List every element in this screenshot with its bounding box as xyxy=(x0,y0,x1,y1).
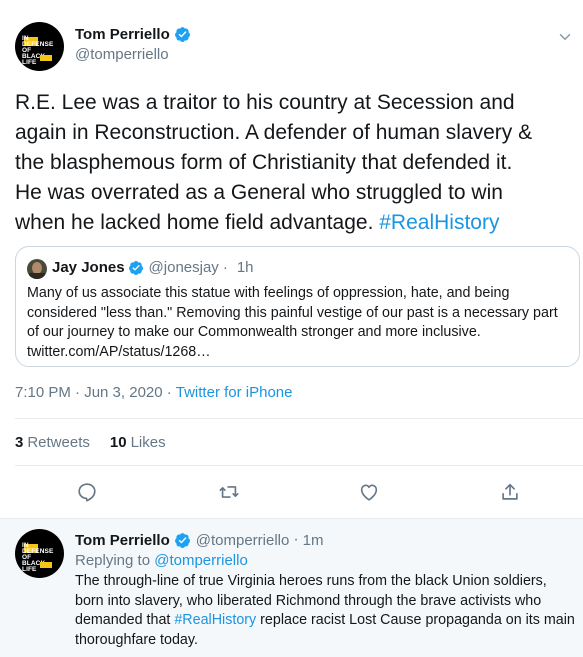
author-handle-row: @tomperriello xyxy=(75,46,169,64)
action-bar xyxy=(0,478,583,506)
engagement-stats: 3 Retweets 10 Likes xyxy=(15,434,166,451)
chevron-down-icon[interactable] xyxy=(556,28,574,46)
like-icon[interactable] xyxy=(358,481,380,503)
quoted-tweet-text: Many of us associate this statue with fe… xyxy=(27,285,558,360)
reply-author-avatar[interactable]: IN DEFENSE OF BLACK LIFE xyxy=(15,529,64,578)
main-tweet: IN DEFENSE OF BLACK LIFE Tom Perriello @t… xyxy=(0,0,583,518)
likes-label: Likes xyxy=(130,434,166,451)
replying-to-line: Replying to @tomperriello xyxy=(75,552,248,569)
reply-time[interactable]: 1m xyxy=(303,532,324,549)
separator-dot: · xyxy=(222,259,228,276)
likes-count: 10 xyxy=(109,434,127,451)
reply-display-name[interactable]: Tom Perriello xyxy=(75,532,170,549)
quoted-time[interactable]: 1h xyxy=(237,259,254,276)
verified-badge-icon xyxy=(174,532,190,548)
tweet-source-link[interactable]: Twitter for iPhone xyxy=(176,384,293,401)
tweet-meta: 7:10 PM · Jun 3, 2020 · Twitter for iPho… xyxy=(15,384,292,401)
author-handle[interactable]: @tomperriello xyxy=(75,46,169,63)
reply-handle[interactable]: @tomperriello xyxy=(196,532,290,549)
quoted-handle[interactable]: @jonesjay xyxy=(149,259,219,276)
retweets-stat[interactable]: 3 Retweets xyxy=(15,434,90,451)
mention-link[interactable]: @tomperriello xyxy=(154,552,248,569)
share-icon[interactable] xyxy=(499,481,521,503)
author-display-name[interactable]: Tom Perriello xyxy=(75,26,170,43)
hashtag-link[interactable]: #RealHistory xyxy=(174,612,256,628)
divider xyxy=(15,418,583,419)
tweet-timestamp[interactable]: 7:10 PM · Jun 3, 2020 · xyxy=(15,384,172,401)
retweet-icon[interactable] xyxy=(218,481,240,503)
retweets-label: Retweets xyxy=(27,434,90,451)
reply-tweet-text: The through-line of true Virginia heroes… xyxy=(75,572,575,650)
quoted-author-avatar[interactable] xyxy=(27,259,47,279)
retweets-count: 3 xyxy=(15,434,24,451)
verified-badge-icon xyxy=(174,27,190,42)
author-avatar[interactable]: IN DEFENSE OF BLACK LIFE xyxy=(15,22,64,71)
quoted-display-name[interactable]: Jay Jones xyxy=(52,259,125,276)
hashtag-link[interactable]: #RealHistory xyxy=(379,211,499,234)
author-name-row[interactable]: Tom Perriello xyxy=(75,26,191,43)
likes-stat[interactable]: 10 Likes xyxy=(110,434,166,451)
reply-tweet[interactable]: IN DEFENSE OF BLACK LIFE Tom Perriello @t… xyxy=(0,518,583,657)
quoted-author-row: Jay Jones @jonesjay · 1h xyxy=(52,259,254,276)
avatar-logo-bar xyxy=(40,55,52,61)
quoted-tweet-card[interactable]: Jay Jones @jonesjay · 1h Many of us asso… xyxy=(15,246,580,367)
tweet-text: R.E. Lee was a traitor to his country at… xyxy=(15,88,575,238)
reply-author-row: Tom Perriello @tomperriello · 1m xyxy=(75,531,324,549)
separator-dot: · xyxy=(293,531,299,548)
replying-to-label: Replying to xyxy=(75,552,151,569)
reply-icon[interactable] xyxy=(76,481,98,503)
divider xyxy=(15,465,583,466)
verified-badge-icon xyxy=(128,260,143,275)
avatar-logo-bar xyxy=(40,562,52,568)
